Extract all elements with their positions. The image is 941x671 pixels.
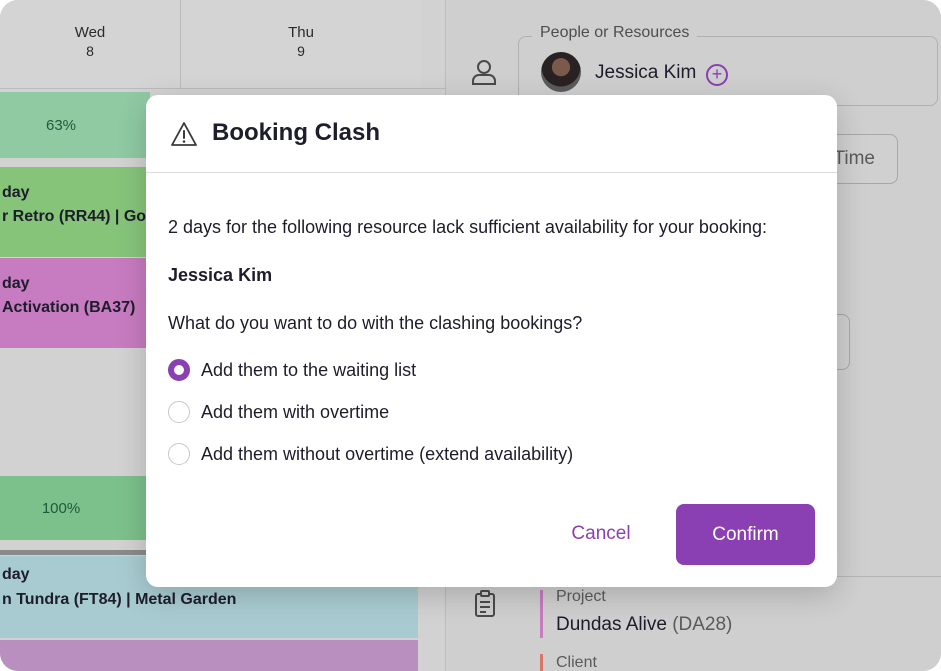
utilization-percent: 100% [41,500,81,517]
booking-bar-partial[interactable] [0,640,418,671]
booking-duration: day [2,275,30,292]
booking-title: Activation (BA37) [2,299,136,316]
booking-clash-dialog: Booking Clash 2 days for the following r… [146,95,837,587]
dialog-title: Booking Clash [212,119,381,146]
person-name: Jessica Kim [595,62,697,83]
booking-bar-activation[interactable]: day Activation (BA37) [0,258,150,348]
booking-duration: day [2,566,30,583]
clipboard-icon [475,590,495,617]
radio-waiting-list[interactable] [168,359,190,381]
client-label: Client [556,654,597,671]
dialog-message: 2 days for the following resource lack s… [168,217,767,237]
option-with-overtime[interactable]: Add them with overtime [168,400,389,424]
option-label: Add them without overtime (extend availa… [201,443,574,464]
booking-strip [0,550,150,555]
day-number: 8 [86,43,94,59]
booking-bar-utilization[interactable]: 63% [0,92,150,158]
radio-with-overtime[interactable] [168,401,190,423]
option-waiting-list[interactable]: Add them to the waiting list [168,358,416,382]
day-name: Wed [74,24,106,41]
add-person-button[interactable]: + [706,64,728,86]
option-without-overtime[interactable]: Add them without overtime (extend availa… [168,442,573,466]
booking-bar-utilization-full[interactable]: 100% [0,476,150,540]
people-legend: People or Resources [532,24,698,42]
client-color-bar [540,654,543,671]
person-icon [472,60,496,85]
option-label: Add them to the waiting list [201,359,417,380]
warning-icon [171,122,197,146]
day-header-wed[interactable]: Wed 8 [0,0,180,88]
option-label: Add them with overtime [201,401,390,422]
project-code: (DA28) [672,614,733,635]
utilization-percent: 63% [45,117,77,134]
header-divider [0,88,445,89]
confirm-button[interactable]: Confirm [676,504,815,565]
app-window: Wed 8 Thu 9 63% day r Retro (RR44) | Go … [0,0,941,671]
avatar [541,52,581,92]
project-name: Dundas Alive [556,614,667,635]
radio-without-overtime[interactable] [168,443,190,465]
booking-title: n Tundra (FT84) | Metal Garden [2,591,237,608]
project-color-bar [540,590,543,638]
day-header-thu[interactable]: Thu 9 [181,0,421,88]
project-value[interactable]: Dundas Alive (DA28) [556,614,732,636]
booking-duration: day [2,184,30,201]
dialog-header: Booking Clash [146,95,837,173]
project-label: Project [556,588,606,605]
clashing-resource-name: Jessica Kim [168,265,273,285]
booking-title: r Retro (RR44) | Go [2,208,147,225]
booking-bar-retro[interactable]: day r Retro (RR44) | Go [0,167,150,257]
dialog-question: What do you want to do with the clashing… [168,313,583,333]
cancel-button[interactable]: Cancel [556,511,646,557]
day-name: Thu [288,24,314,41]
day-number: 9 [297,43,305,59]
